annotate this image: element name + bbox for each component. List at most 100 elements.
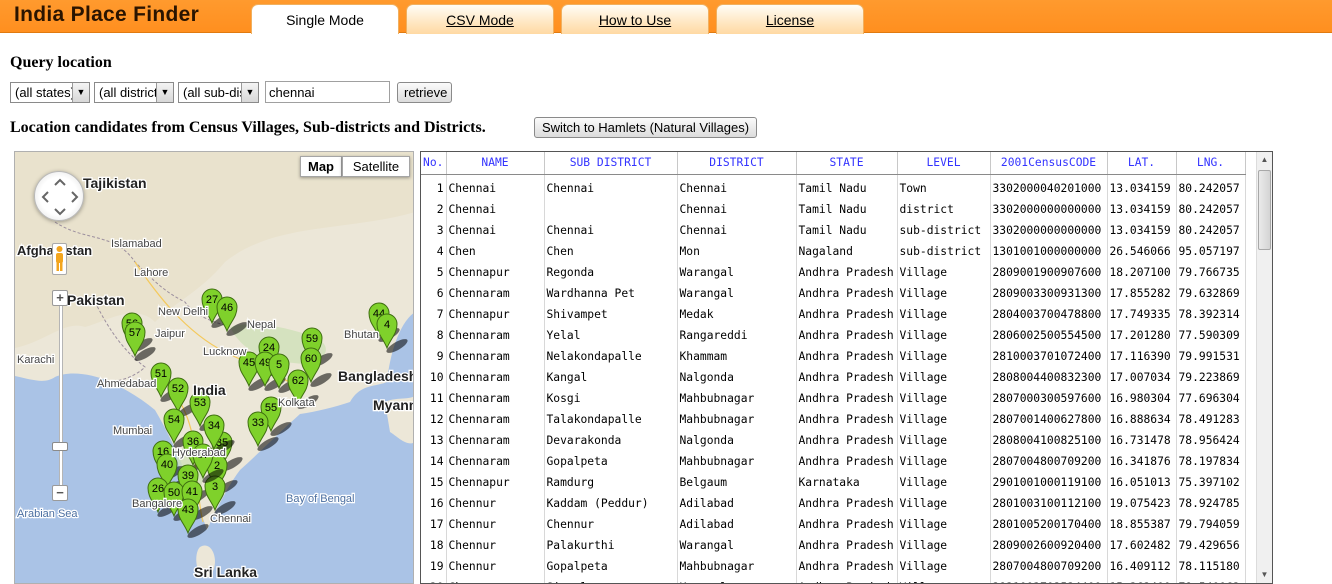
map-place-label: Myanmar (Burma) (373, 397, 414, 413)
table-cell: Kaddam (Peddur) (544, 493, 678, 514)
table-cell: 2901001000119100 (990, 472, 1108, 493)
table-cell: 16.888634 (1107, 409, 1177, 430)
table-cell: Mahbubnagar (677, 451, 797, 472)
table-scrollbar[interactable]: ▲ ▼ (1256, 152, 1272, 583)
query-heading: Query location (10, 54, 112, 71)
table-cell: 80.242057 (1176, 174, 1246, 199)
subdistrict-select[interactable]: (all sub-districts) ▼ (178, 82, 259, 103)
tab-csv-mode[interactable]: CSV Mode (406, 4, 554, 34)
table-cell: 17.007034 (1107, 367, 1177, 388)
table-row[interactable]: 13 Chennaram Devarakonda Nalgonda Andhra Pra… (421, 430, 1246, 451)
zoom-slider-thumb[interactable] (52, 442, 68, 451)
district-select[interactable]: (all districts) ▼ (94, 82, 174, 103)
table-cell: 3302000040201000 (990, 174, 1108, 199)
zoom-slider-track[interactable] (59, 295, 63, 495)
scroll-thumb[interactable] (1258, 170, 1271, 250)
table-cell: Chennapur (446, 472, 545, 493)
map-place-label: Islamabad (111, 238, 162, 250)
table-cell: 1301001000000000 (990, 241, 1108, 262)
table-cell: Village (897, 493, 991, 514)
scroll-up-icon[interactable]: ▲ (1257, 152, 1272, 168)
tab-license[interactable]: License (716, 4, 864, 34)
table-cell: 2809003300931300 (990, 283, 1108, 304)
table-row[interactable]: 20ChennurSirwalKurnoolAndhra PradeshVill… (421, 577, 1246, 583)
table-cell: Village (897, 325, 991, 346)
tab-single-mode[interactable]: Single Mode (251, 4, 399, 34)
table-cell: 78.197834 (1176, 451, 1246, 472)
map-type-satellite-button[interactable]: Satellite (342, 156, 410, 177)
search-input[interactable] (265, 81, 390, 103)
state-select-value: (all states) (15, 85, 75, 100)
state-select[interactable]: (all states) ▼ (10, 82, 90, 103)
map-place-label: New Delhi (158, 306, 208, 318)
retrieve-button[interactable]: retrieve (397, 82, 452, 103)
table-row[interactable]: 18 Chennur Palakurthi Warangal Andhra Prades… (421, 535, 1246, 556)
table-row[interactable]: 2 Chennai Chennai Tamil Nadu district 3302000… (421, 199, 1246, 220)
table-cell: Nagaland (796, 241, 898, 262)
map-place-label: Karachi (17, 354, 54, 366)
map-place-label: Jaipur (155, 328, 185, 340)
table-cell: 77.696304 (1176, 388, 1246, 409)
table-cell: Andhra Pradesh (796, 367, 898, 388)
column-header: 2001CensusCODE (990, 152, 1108, 175)
table-cell: Devarakonda (544, 430, 678, 451)
table-cell: 79.991531 (1176, 346, 1246, 367)
table-row[interactable]: 19 Chennur Gopalpeta Mahbubnagar Andhra Prad… (421, 556, 1246, 577)
chevron-down-icon: ▼ (156, 83, 173, 102)
table-cell: Village (897, 430, 991, 451)
switch-hamlets-button[interactable]: Switch to Hamlets (Natural Villages) (534, 117, 757, 138)
column-header: DISTRICT (677, 152, 797, 175)
table-row[interactable]: 3 Chennai Chennai Chennai Tamil Nadu sub-dist… (421, 220, 1246, 241)
map-place-label: Nepal (247, 319, 276, 331)
table-cell: 10 (421, 367, 447, 388)
zoom-in-button[interactable]: + (52, 290, 68, 306)
table-cell: 75.397102 (1176, 472, 1246, 493)
table-row[interactable]: 1 Chennai Chennai Chennai Tamil Nadu Town 3302… (421, 174, 1246, 199)
table-row[interactable]: 4 Chen Chen Mon Nagaland sub-district 13010010… (421, 241, 1246, 262)
table-row[interactable]: 11 Chennaram Kosgi Mahbubnagar Andhra Prades… (421, 388, 1246, 409)
tab-how-to-use[interactable]: How to Use (561, 4, 709, 34)
table-cell: 17.602482 (1107, 535, 1177, 556)
street-view-pegman-icon[interactable] (52, 243, 67, 275)
table-header-row: No. NAME SUB DISTRICT DISTRICT STATE LEVEL 200… (421, 152, 1246, 175)
table-cell: Chennaram (446, 367, 545, 388)
table-cell: Andhra Pradesh (796, 556, 898, 577)
table-cell: Rangareddi (677, 325, 797, 346)
table-cell: 78.540062 (1176, 577, 1246, 583)
table-cell: Chennaram (446, 430, 545, 451)
table-row[interactable]: 16 Chennur Kaddam (Peddur) Adilabad Andhra P… (421, 493, 1246, 514)
table-row[interactable]: 8 Chennaram Yelal Rangareddi Andhra Pradesh V… (421, 325, 1246, 346)
table-cell: Nelakondapalle (544, 346, 678, 367)
zoom-out-button[interactable]: − (52, 485, 68, 501)
table-row[interactable]: 7 Chennapur Shivampet Medak Andhra Pradesh Vi… (421, 304, 1246, 325)
table-row[interactable]: 17 Chennur Chennur Adilabad Andhra Pradesh Vi… (421, 514, 1246, 535)
table-row[interactable]: 14 Chennaram Gopalpeta Mahbubnagar Andhra Pr… (421, 451, 1246, 472)
table-cell: 20 (421, 577, 447, 583)
table-cell: Chennur (446, 535, 545, 556)
table-cell: 78.115180 (1176, 556, 1246, 577)
table-row[interactable]: 12 Chennaram Talakondapalle Mahbubnagar Andh… (421, 409, 1246, 430)
table-cell: Kangal (544, 367, 678, 388)
table-cell: 79.794059 (1176, 514, 1246, 535)
table-cell: 18.207100 (1107, 262, 1177, 283)
table-row[interactable]: 6 Chennaram Wardhanna Pet Warangal Andhra Pr… (421, 283, 1246, 304)
table-cell: Karnataka (796, 472, 898, 493)
column-header: SUB DISTRICT (544, 152, 678, 175)
table-cell: 11 (421, 388, 447, 409)
table-cell: Mahbubnagar (677, 556, 797, 577)
table-cell: Village (897, 388, 991, 409)
table-row[interactable]: 9 Chennaram Nelakondapalle Khammam Andhra Pr… (421, 346, 1246, 367)
table-row[interactable]: 5 Chennapur Regonda Warangal Andhra Pradesh V… (421, 262, 1246, 283)
table-row[interactable]: 15 Chennapur Ramdurg Belgaum Karnataka Villag… (421, 472, 1246, 493)
table-cell: 80.242057 (1176, 199, 1246, 220)
table-cell: Adilabad (677, 493, 797, 514)
pan-control[interactable] (34, 171, 84, 221)
map-view[interactable]: 2746565744424596045495625152535554333635… (14, 151, 414, 584)
table-cell: 80.242057 (1176, 220, 1246, 241)
table-row[interactable]: 10 Chennaram Kangal Nalgonda Andhra Pradesh V… (421, 367, 1246, 388)
map-type-map-button[interactable]: Map (300, 156, 342, 177)
scroll-down-icon[interactable]: ▼ (1257, 567, 1272, 583)
table-cell: Chennai (446, 174, 545, 199)
table-cell: 3302000000000000 (990, 220, 1108, 241)
column-header: LNG. (1176, 152, 1246, 175)
